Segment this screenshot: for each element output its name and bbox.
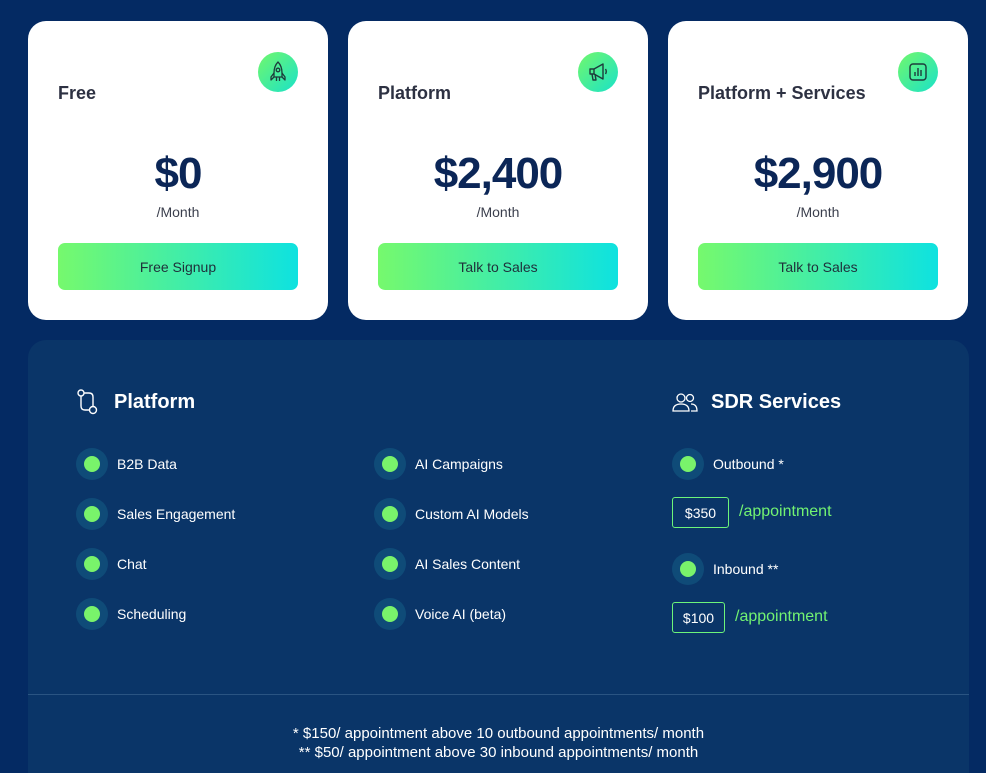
feature-item: Scheduling xyxy=(76,598,186,630)
outbound-price-unit: /appointment xyxy=(739,503,832,520)
feature-item: AI Sales Content xyxy=(374,548,520,580)
plan-period: /Month xyxy=(796,204,840,220)
plan-card-platform: Platform $2,400 /Month Talk to Sales xyxy=(348,21,648,320)
feature-label: Scheduling xyxy=(117,606,187,622)
feature-label: AI Campaigns xyxy=(415,456,503,472)
sdr-heading: SDR Services xyxy=(671,390,841,414)
inbound-price-badge: $100 xyxy=(672,602,725,633)
megaphone-icon xyxy=(578,52,618,92)
check-dot-icon xyxy=(76,448,108,480)
check-dot-icon xyxy=(672,553,704,585)
feature-label: Custom AI Models xyxy=(415,506,529,522)
plan-price: $0 xyxy=(154,149,203,198)
feature-item: Chat xyxy=(76,548,147,580)
feature-item: Voice AI (beta) xyxy=(374,598,506,630)
free-signup-button[interactable]: Free Signup xyxy=(58,243,298,290)
feature-item: Custom AI Models xyxy=(374,498,529,530)
feature-item: B2B Data xyxy=(76,448,177,480)
plan-period: /Month xyxy=(156,204,200,220)
feature-label: B2B Data xyxy=(117,456,177,472)
check-dot-icon xyxy=(374,548,406,580)
platform-heading-label: Platform xyxy=(114,390,196,413)
chart-icon xyxy=(898,52,938,92)
feature-label: Sales Engagement xyxy=(117,506,236,522)
plan-period: /Month xyxy=(476,204,520,220)
plan-title: Platform xyxy=(378,83,452,103)
plan-price: $2,400 xyxy=(433,149,564,198)
users-icon xyxy=(671,390,699,414)
plan-card-platform-services: Platform + Services $2,900 /Month Talk t… xyxy=(668,21,968,320)
platform-heading: Platform xyxy=(76,388,195,416)
rocket-icon xyxy=(258,52,298,92)
plan-card-free: Free $0 /Month Free Signup xyxy=(28,21,328,320)
route-icon xyxy=(76,388,102,416)
plan-price: $2,900 xyxy=(753,149,884,198)
plan-title: Free xyxy=(58,83,97,103)
outbound-price-badge: $350 xyxy=(672,497,729,528)
check-dot-icon xyxy=(76,598,108,630)
feature-label: Chat xyxy=(117,556,147,572)
sdr-outbound-label: Outbound * xyxy=(713,456,784,472)
feature-item: Sales Engagement xyxy=(76,498,235,530)
check-dot-icon xyxy=(76,498,108,530)
check-dot-icon xyxy=(374,598,406,630)
check-dot-icon xyxy=(374,448,406,480)
plan-title: Platform + Services xyxy=(698,83,866,103)
footnote-outbound: * $150/ appointment above 10 outbound ap… xyxy=(292,725,705,742)
check-dot-icon xyxy=(76,548,108,580)
sdr-inbound-item: Inbound ** xyxy=(672,553,778,585)
talk-to-sales-button[interactable]: Talk to Sales xyxy=(698,243,938,290)
talk-to-sales-button[interactable]: Talk to Sales xyxy=(378,243,618,290)
feature-label: AI Sales Content xyxy=(415,556,521,572)
sdr-heading-label: SDR Services xyxy=(711,390,842,413)
feature-label: Voice AI (beta) xyxy=(415,606,507,622)
footnote-inbound: ** $50/ appointment above 30 inbound app… xyxy=(298,744,699,761)
divider xyxy=(28,694,969,695)
check-dot-icon xyxy=(672,448,704,480)
feature-item: AI Campaigns xyxy=(374,448,503,480)
sdr-outbound-item: Outbound * xyxy=(672,448,784,480)
inbound-price-unit: /appointment xyxy=(735,608,828,625)
features-panel: Platform SDR Services B2B Data Sales Eng… xyxy=(28,340,969,773)
sdr-inbound-label: Inbound ** xyxy=(713,561,779,577)
check-dot-icon xyxy=(374,498,406,530)
